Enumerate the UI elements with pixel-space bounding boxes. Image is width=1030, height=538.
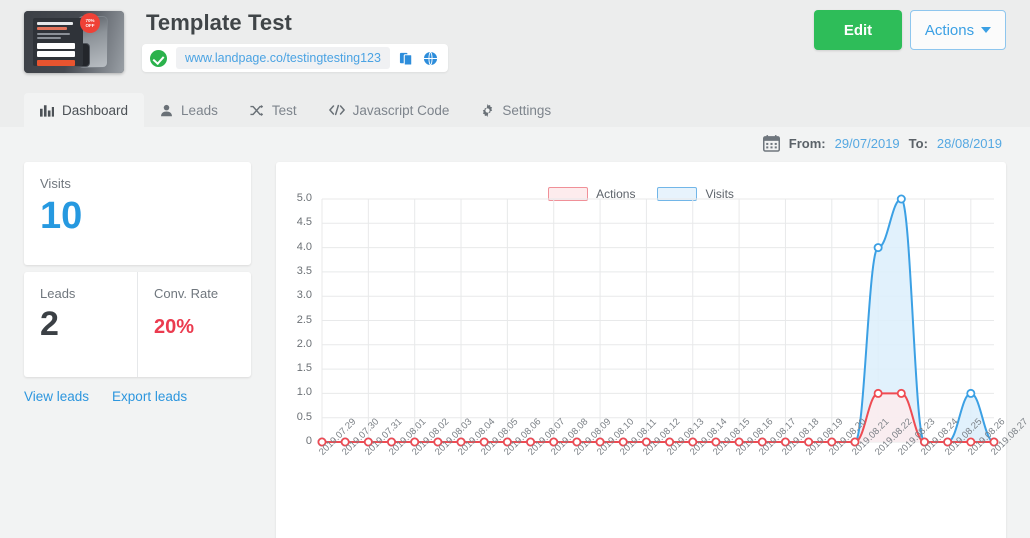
leads-label: Leads (40, 286, 76, 301)
page-url[interactable]: www.landpage.co/testingtesting123 (176, 47, 390, 69)
copy-icon[interactable] (399, 51, 414, 66)
chart-y-tick-label: 4.0 (296, 240, 312, 253)
tab-label: Settings (502, 102, 552, 118)
visits-card: Visits 10 (24, 162, 251, 265)
user-icon (160, 104, 173, 117)
actions-button[interactable]: Actions (910, 10, 1006, 50)
chart-y-tick-label: 0.5 (296, 410, 312, 423)
dashboard-content: From: 29/07/2019 To: 28/08/2019 Visits 1… (0, 127, 1030, 538)
landing-page-thumbnail[interactable]: 70% OFF (24, 11, 124, 73)
tab-label: Test (271, 102, 297, 118)
thumbnail-discount-badge: 70% OFF (80, 13, 100, 33)
tab-dashboard[interactable]: Dashboard (24, 93, 145, 127)
analytics-chart-card: Actions Visits 0 0.5 1.0 1.5 2.0 2.5 3.0 3.5 4.0… (276, 162, 1030, 538)
chart-y-tick-label: 1.0 (296, 386, 312, 399)
check-circle-icon (150, 49, 167, 67)
visits-value: 10 (40, 195, 83, 237)
leads-links: View leads Export leads (24, 389, 187, 404)
conv-rate-value: 20% (154, 316, 195, 338)
gear-icon (481, 103, 494, 117)
tab-bar: Dashboard Leads Test Javascript Code Set… (0, 93, 1030, 127)
page-title: Template Test (146, 10, 292, 35)
conv-rate-label: Conv. Rate (154, 286, 219, 301)
tab-leads[interactable]: Leads (144, 93, 234, 127)
actions-button-label: Actions (924, 21, 975, 39)
tab-label: Dashboard (62, 102, 129, 118)
thumbnail-input-field (37, 43, 75, 49)
date-from-value[interactable]: 29/07/2019 (835, 136, 900, 151)
thumbnail-headline-line (37, 22, 73, 25)
chart-point[interactable] (896, 388, 906, 398)
chart-point[interactable] (966, 388, 976, 398)
conversion-rate-section: Conv. Rate 20% (137, 272, 251, 377)
chart-svg (317, 194, 999, 447)
chevron-down-icon (981, 27, 992, 33)
leads-section: Leads 2 (24, 272, 137, 377)
chart-y-tick-label: 5.0 (296, 192, 312, 204)
thumbnail-text-line (37, 33, 70, 35)
date-to-value[interactable]: 28/08/2019 (937, 136, 1002, 151)
url-bar: www.landpage.co/testingtesting123 (142, 44, 448, 72)
edit-button[interactable]: Edit (814, 10, 902, 50)
thumbnail-input-field (37, 51, 75, 57)
thumbnail-text-line (37, 37, 61, 39)
date-to-label: To: (908, 136, 928, 151)
globe-icon[interactable] (423, 51, 438, 66)
chart-point[interactable] (873, 388, 883, 398)
leads-value: 2 (40, 305, 59, 343)
thumbnail-form-card (33, 18, 83, 66)
page-header: 70% OFF Template Test www.landpage.co/tes… (0, 0, 1030, 88)
chart-y-tick-label: 3.0 (296, 289, 312, 302)
leads-conversion-card: Leads 2 Conv. Rate 20% (24, 272, 251, 377)
thumbnail-cta-button (37, 60, 75, 66)
tab-javascript-code[interactable]: Javascript Code (313, 93, 466, 127)
tab-label: Javascript Code (352, 102, 450, 118)
date-from-label: From: (788, 136, 826, 151)
page-root: 70% OFF Template Test www.landpage.co/tes… (0, 0, 1030, 538)
calendar-icon[interactable] (762, 135, 780, 152)
visits-label: Visits (40, 176, 71, 191)
bar-chart-icon (40, 104, 54, 117)
chart-y-tick-label: 2.5 (296, 313, 312, 326)
chart-y-tick-label: 2.0 (296, 337, 312, 350)
chart-point[interactable] (896, 194, 906, 204)
tab-label: Leads (181, 102, 218, 118)
view-leads-link[interactable]: View leads (24, 389, 89, 404)
chart-y-tick-label: 3.5 (296, 264, 312, 277)
tab-settings[interactable]: Settings (465, 93, 567, 127)
analytics-chart-plot[interactable]: 0 0.5 1.0 1.5 2.0 2.5 3.0 3.5 4.0 4.5 5.0 2019.07.2… (276, 162, 1030, 538)
export-leads-link[interactable]: Export leads (112, 389, 187, 404)
tab-test[interactable]: Test (234, 93, 313, 127)
shuffle-icon (250, 104, 264, 117)
code-icon (328, 104, 345, 116)
chart-y-tick-label: 1.5 (296, 362, 312, 375)
thumbnail-subheadline-line (37, 27, 67, 30)
chart-point[interactable] (873, 243, 883, 253)
date-range-selector[interactable]: From: 29/07/2019 To: 28/08/2019 (762, 135, 1002, 152)
chart-y-tick-label: 4.5 (296, 216, 312, 229)
chart-y-tick-label: 0 (305, 435, 312, 447)
